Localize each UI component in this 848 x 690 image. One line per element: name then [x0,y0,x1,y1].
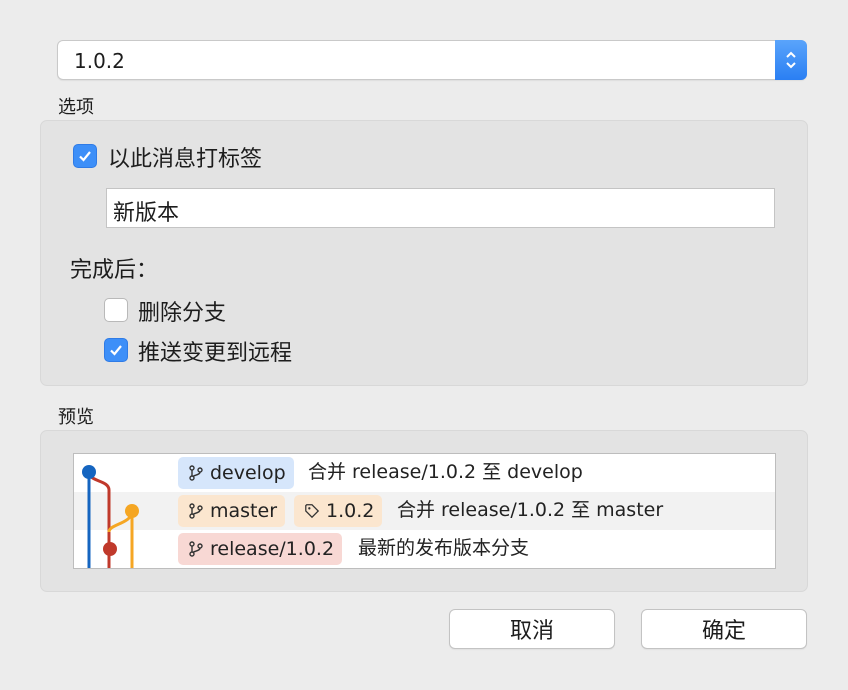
commit-message: 合并 release/1.0.2 至 master [397,499,664,521]
version-select-value: 1.0.2 [74,49,125,73]
branch-icon [189,465,203,481]
preview-commit-list: develop 合并 release/1.0.2 至 develop maste… [73,453,776,569]
commit-row: master 1.0.2 合并 release/1.0.2 至 master [74,492,775,530]
version-select[interactable]: 1.0.2 [57,40,807,80]
branch-icon [189,503,203,519]
tag-checkbox-label: 以此消息打标签 [108,147,263,172]
tag-message-input[interactable]: 新版本 [106,188,775,228]
tag-checkbox[interactable] [73,144,97,168]
commit-row: release/1.0.2 最新的发布版本分支 [74,530,775,568]
branch-chip-develop: develop [178,457,294,489]
commit-graph [82,465,139,568]
push-remote-label: 推送变更到远程 [138,341,293,366]
commit-row: develop 合并 release/1.0.2 至 develop [74,454,775,492]
ok-button[interactable]: 确定 [641,609,807,649]
tag-chip: 1.0.2 [294,495,383,527]
delete-branch-label: 删除分支 [138,301,227,326]
commit-message: 合并 release/1.0.2 至 develop [308,461,583,483]
cancel-button[interactable]: 取消 [449,609,615,649]
master-commit-dot [125,504,139,518]
branch-name: develop [210,462,286,484]
delete-branch-checkbox[interactable] [104,298,128,322]
checkmark-icon [110,345,122,356]
branch-chip-release: release/1.0.2 [178,533,343,565]
checkmark-icon [79,151,91,162]
tag-icon [305,504,320,519]
commit-message: 最新的发布版本分支 [358,537,530,559]
after-finish-heading: 完成后： [70,258,159,283]
release-commit-dot [103,542,117,556]
branch-chip-master: master [178,495,286,527]
develop-commit-dot [82,465,96,479]
up-down-chevron-icon [775,40,807,80]
tag-name: 1.0.2 [326,500,375,522]
push-remote-checkbox[interactable] [104,338,128,362]
branch-icon [189,541,203,557]
preview-section-label: 预览 [58,407,94,428]
branch-name: release/1.0.2 [210,538,335,560]
branch-name: master [210,500,278,522]
options-section-label: 选项 [58,97,94,118]
